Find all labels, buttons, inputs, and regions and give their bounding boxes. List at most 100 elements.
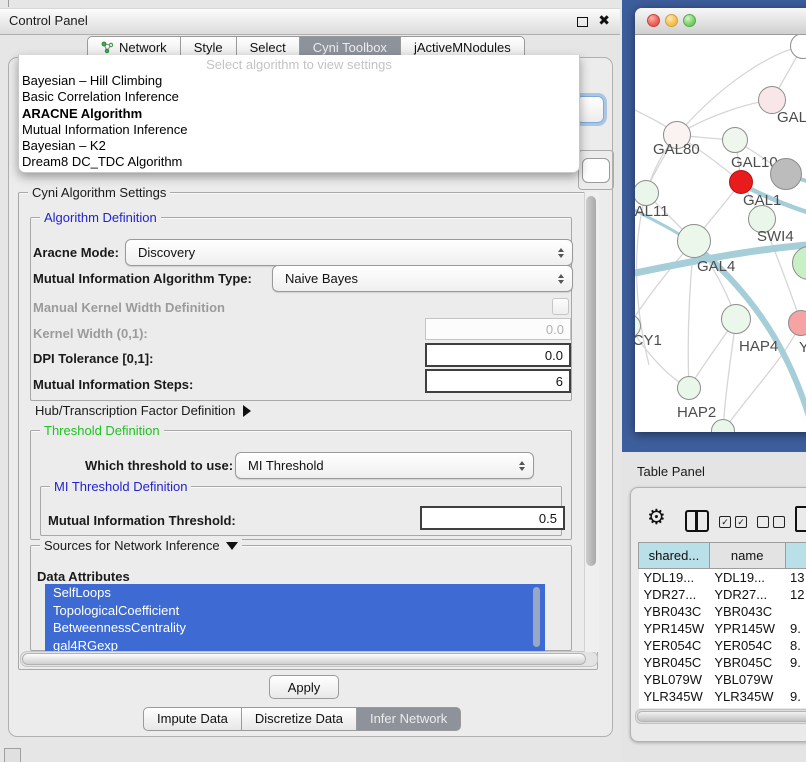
dpi-tolerance-field[interactable]: 0.0 [425, 343, 571, 367]
gear-icon[interactable]: ⚙ [647, 505, 666, 529]
tab-discretize-data[interactable]: Discretize Data [241, 707, 357, 731]
data-attributes-list[interactable]: SelfLoopsTopologicalCoefficientBetweenne… [45, 584, 545, 655]
table-cell[interactable]: YLR345W [709, 688, 785, 705]
table-cell[interactable]: YDR27... [709, 586, 785, 603]
mi-steps-field[interactable]: 6 [425, 369, 571, 393]
table-row[interactable]: YER054CYER054C8. [639, 637, 806, 654]
cyni-settings-title: Cyni Algorithm Settings [28, 185, 170, 200]
aracne-mode-select[interactable]: Discovery [125, 239, 573, 266]
table-cell[interactable]: 9. [785, 654, 806, 671]
screenshot-stage: Control Panel ✖ NetworkStyleSelectCyni T… [0, 0, 806, 762]
attribute-item-topologicalcoefficient[interactable]: TopologicalCoefficient [45, 602, 545, 620]
node-label-gal4: GAL4 [697, 258, 735, 275]
settings-horizontal-scrollbar[interactable] [20, 651, 598, 667]
algorithm-option-dream8-dc-tdc-algorithm[interactable]: Dream8 DC_TDC Algorithm [19, 154, 579, 170]
mi-threshold-field[interactable]: 0.5 [420, 506, 565, 530]
tab-label: jActiveMNodules [414, 40, 511, 55]
network-view-window[interactable]: GALGAL80GAL10GAL1GAL11SWI4GAL4GCY1HAP4YH… [635, 8, 806, 432]
table-cell[interactable]: 9. [785, 620, 806, 637]
node-label-y: Y [799, 339, 806, 356]
network-node-gal4[interactable] [677, 224, 711, 258]
mi-threshold-label: Mutual Information Threshold: [48, 513, 236, 528]
network-node[interactable] [770, 158, 802, 190]
collapsed-panel-icon[interactable] [4, 748, 21, 762]
tab-impute-data[interactable]: Impute Data [143, 707, 242, 731]
settings-vertical-scrollbar[interactable] [584, 192, 599, 652]
kernel-width-label: Kernel Width (0,1): [33, 326, 148, 341]
mi-type-label: Mutual Information Algorithm Type: [33, 271, 252, 286]
column-header-shared[interactable]: shared... [639, 543, 710, 569]
table-cell[interactable]: YER054C [639, 637, 710, 654]
zoom-traffic-light-icon[interactable] [683, 14, 696, 27]
column-header-2[interactable] [785, 543, 806, 569]
table-cell[interactable]: YBR043C [639, 603, 710, 620]
tab-label: Select [250, 40, 286, 55]
algorithm-option-bayesian-hill-climbing[interactable]: Bayesian – Hill Climbing [19, 73, 579, 89]
table-cell[interactable] [785, 603, 806, 620]
table-cell[interactable]: YPR145W [639, 620, 710, 637]
hidden-field-fragment [582, 158, 610, 183]
table-cell[interactable]: 9. [785, 705, 806, 708]
close-traffic-light-icon[interactable] [647, 14, 660, 27]
table-horizontal-scrollbar[interactable] [635, 709, 806, 724]
which-threshold-select[interactable]: MI Threshold [235, 452, 534, 479]
algorithm-option-basic-correlation-inference[interactable]: Basic Correlation Inference [19, 89, 579, 105]
table-cell[interactable]: YER054C [709, 637, 785, 654]
network-node-gal10[interactable] [722, 127, 748, 153]
table-cell[interactable]: 13 [785, 569, 806, 587]
table-row[interactable]: YLR345WYLR345W9. [639, 688, 806, 705]
table-cell[interactable]: YBR045C [709, 654, 785, 671]
algorithm-option-mutual-information-inference[interactable]: Mutual Information Inference [19, 122, 579, 138]
new-table-icon[interactable] [795, 506, 806, 532]
manual-kernel-checkbox[interactable] [552, 298, 569, 315]
attribute-item-selfloops[interactable]: SelfLoops [45, 584, 545, 602]
select-all-checkboxes-icon[interactable]: ✓✓ [719, 516, 747, 528]
list-scrollbar[interactable] [533, 587, 540, 647]
algorithm-option-aracne-algorithm[interactable]: ARACNE Algorithm [19, 106, 579, 122]
apply-button[interactable]: Apply [269, 675, 339, 699]
table-cell[interactable] [785, 671, 806, 688]
table-cell[interactable]: YIL052C [639, 705, 710, 708]
table-row[interactable]: YDL19...YDL19...13 [639, 569, 806, 587]
table-cell[interactable]: 9. [785, 688, 806, 705]
table-cell[interactable]: YLR345W [639, 688, 710, 705]
table-cell[interactable]: 8. [785, 637, 806, 654]
table-cell[interactable]: YBR045C [639, 654, 710, 671]
network-node-hap4[interactable] [721, 304, 751, 334]
float-window-icon[interactable] [577, 17, 588, 27]
table-row[interactable]: YBR045CYBR045C9. [639, 654, 806, 671]
table-cell[interactable]: YBL079W [709, 671, 785, 688]
close-icon[interactable]: ✖ [598, 12, 610, 29]
deselect-all-checkboxes-icon[interactable] [757, 516, 785, 528]
node-label-hap2: HAP2 [677, 404, 716, 421]
table-row[interactable]: YIL052CYIL052C9. [639, 705, 806, 708]
hub-definition-toggle[interactable]: Hub/Transcription Factor Definition [35, 403, 251, 418]
table-cell[interactable]: YIL052C [709, 705, 785, 708]
table-row[interactable]: YBL079WYBL079W [639, 671, 806, 688]
table-cell[interactable]: YDL19... [709, 569, 785, 587]
manual-kernel-label: Manual Kernel Width Definition [33, 300, 225, 315]
minimize-traffic-light-icon[interactable] [665, 14, 678, 27]
table-row[interactable]: YPR145WYPR145W9. [639, 620, 806, 637]
algorithm-option-bayesian-k2[interactable]: Bayesian – K2 [19, 138, 579, 154]
network-node-hap2[interactable] [677, 376, 701, 400]
split-columns-icon[interactable] [685, 510, 709, 532]
sources-group-title[interactable]: Sources for Network Inference [40, 538, 242, 553]
mi-threshold-group-title: MI Threshold Definition [50, 479, 191, 494]
table-cell[interactable]: YDL19... [639, 569, 710, 587]
attribute-item-betweennesscentrality[interactable]: BetweennessCentrality [45, 619, 545, 637]
table-row[interactable]: YBR043CYBR043C [639, 603, 806, 620]
table-cell[interactable]: YDR27... [639, 586, 710, 603]
tab-infer-network[interactable]: Infer Network [356, 707, 461, 731]
mi-type-select[interactable]: Naive Bayes [272, 265, 573, 292]
column-header-name[interactable]: name [709, 543, 785, 569]
table-cell[interactable]: 12 [785, 586, 806, 603]
network-canvas[interactable]: GALGAL80GAL10GAL1GAL11SWI4GAL4GCY1HAP4YH… [635, 35, 806, 432]
dpi-tolerance-value: 0.0 [545, 348, 563, 363]
table-row[interactable]: YDR27...YDR27...12 [639, 586, 806, 603]
tab-label: Infer Network [370, 711, 447, 726]
table-cell[interactable]: YBR043C [709, 603, 785, 620]
network-node-gal1[interactable] [729, 170, 753, 194]
table-cell[interactable]: YPR145W [709, 620, 785, 637]
table-cell[interactable]: YBL079W [639, 671, 710, 688]
